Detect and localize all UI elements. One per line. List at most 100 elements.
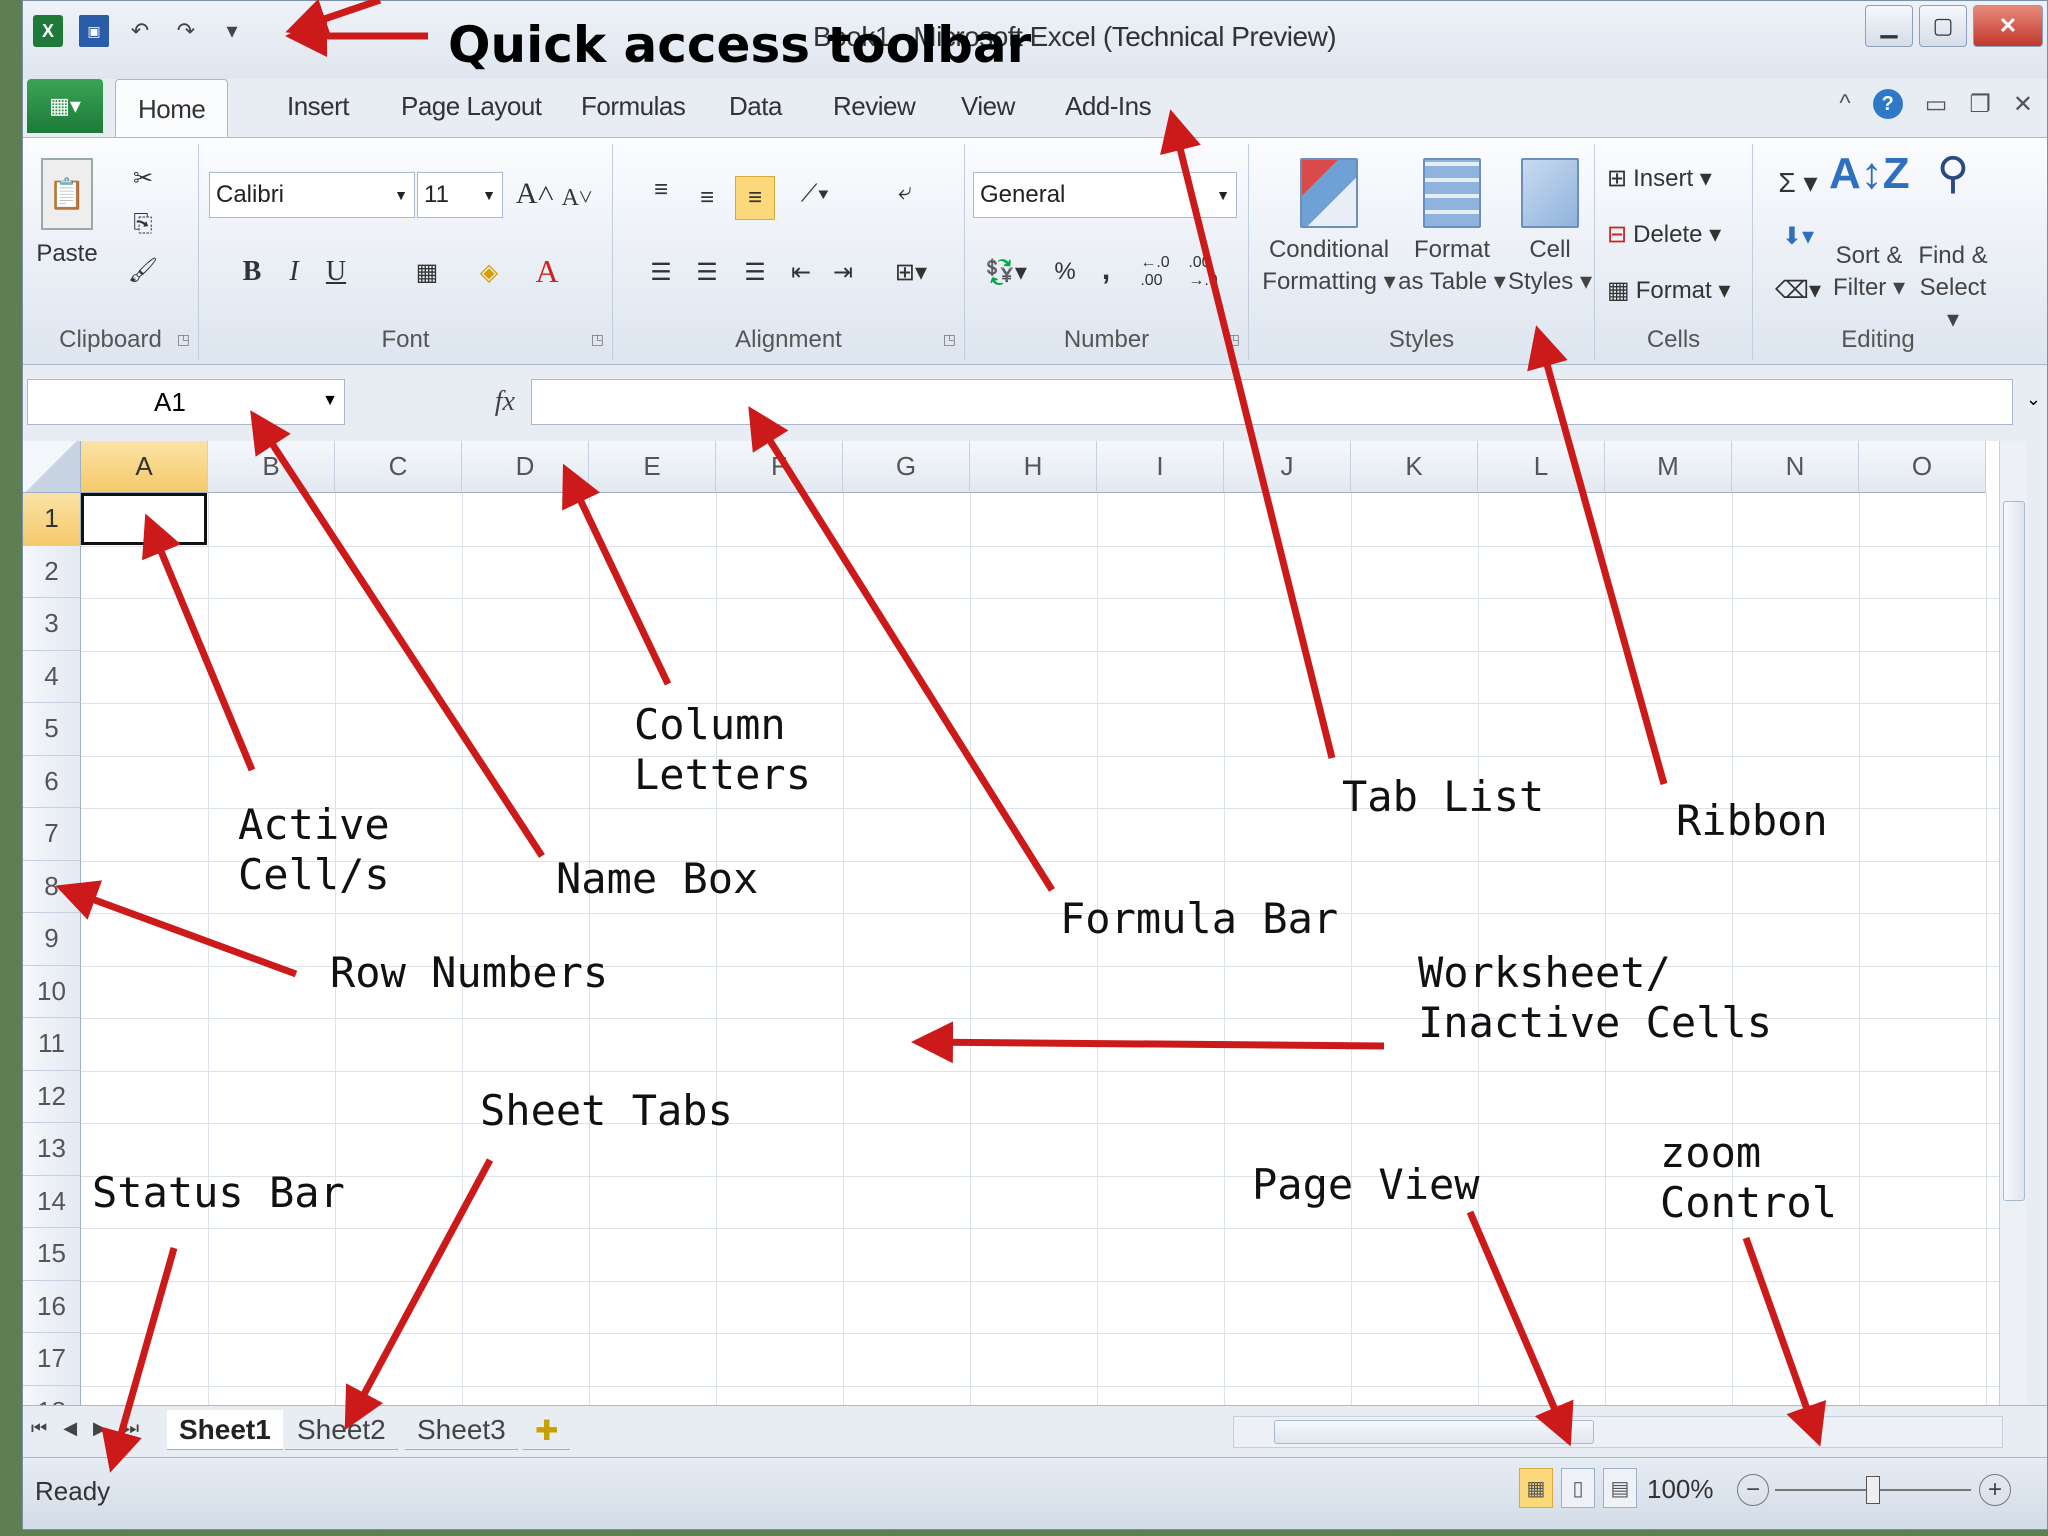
wrap-text-icon[interactable]: ⤶ bbox=[885, 172, 925, 212]
currency-icon[interactable]: 💱▾ bbox=[979, 250, 1033, 294]
sheet-tab-2[interactable]: Sheet2 bbox=[285, 1410, 398, 1450]
column-header-m[interactable]: M bbox=[1605, 441, 1732, 493]
italic-button[interactable]: I bbox=[279, 252, 309, 292]
row-header-8[interactable]: 8 bbox=[23, 860, 81, 913]
row-header-14[interactable]: 14 bbox=[23, 1175, 81, 1228]
row-header-10[interactable]: 10 bbox=[23, 965, 81, 1018]
normal-view-icon[interactable]: ▦ bbox=[1519, 1468, 1553, 1508]
last-sheet-icon[interactable]: ⏭ bbox=[123, 1418, 139, 1439]
prev-sheet-icon[interactable]: ◀ bbox=[63, 1418, 77, 1439]
find-select-button[interactable]: ⚲ Find & Select ▾ bbox=[1911, 152, 1995, 336]
font-size-select[interactable]: 11 ▼ bbox=[417, 172, 503, 218]
insert-function-button[interactable]: fx bbox=[349, 379, 529, 425]
vertical-scroll-thumb[interactable] bbox=[2003, 501, 2025, 1201]
alignment-launcher-icon[interactable]: ◳ bbox=[943, 331, 956, 348]
column-header-b[interactable]: B bbox=[208, 441, 335, 493]
tab-formulas[interactable]: Formulas bbox=[581, 91, 686, 122]
format-as-table-button[interactable]: Format as Table ▾ bbox=[1397, 158, 1507, 298]
row-header-17[interactable]: 17 bbox=[23, 1333, 81, 1386]
row-header-16[interactable]: 16 bbox=[23, 1280, 81, 1333]
zoom-slider-knob[interactable] bbox=[1866, 1476, 1880, 1504]
decrease-decimal-icon[interactable]: .00 →.0 bbox=[1181, 250, 1225, 294]
delete-cells-button[interactable]: ⊟ Delete ▾ bbox=[1607, 214, 1721, 254]
expand-formula-bar-icon[interactable]: ⌄ bbox=[2026, 389, 2041, 410]
fill-icon[interactable]: ⬇▾ bbox=[1771, 216, 1825, 256]
percent-button[interactable]: % bbox=[1047, 250, 1083, 294]
first-sheet-icon[interactable]: ⏮ bbox=[31, 1418, 47, 1439]
column-header-j[interactable]: J bbox=[1224, 441, 1351, 493]
column-header-a[interactable]: A bbox=[81, 441, 208, 493]
row-header-4[interactable]: 4 bbox=[23, 650, 81, 703]
workbook-minimize-icon[interactable]: ▭ bbox=[1925, 90, 1948, 119]
align-bottom-icon[interactable]: ≡ bbox=[735, 176, 775, 220]
format-cells-button[interactable]: ▦ Format ▾ bbox=[1607, 270, 1730, 310]
paste-icon[interactable]: 📋 bbox=[41, 158, 93, 230]
page-layout-view-icon[interactable]: ▯ bbox=[1561, 1468, 1595, 1508]
workbook-close-icon[interactable]: ✕ bbox=[2013, 90, 2033, 119]
column-header-d[interactable]: D bbox=[462, 441, 589, 493]
align-left-icon[interactable]: ☰ bbox=[641, 252, 681, 292]
number-format-select[interactable]: General ▼ bbox=[973, 172, 1237, 218]
insert-sheet-icon[interactable]: ✚ bbox=[523, 1410, 571, 1450]
increase-indent-icon[interactable]: ⇥ bbox=[823, 252, 863, 292]
row-header-7[interactable]: 7 bbox=[23, 808, 81, 861]
column-header-h[interactable]: H bbox=[970, 441, 1097, 493]
close-button[interactable]: ✕ bbox=[1973, 5, 2043, 47]
sort-filter-button[interactable]: A↕Z Sort & Filter ▾ bbox=[1829, 152, 1910, 304]
clipboard-launcher-icon[interactable]: ◳ bbox=[177, 331, 190, 348]
align-right-icon[interactable]: ☰ bbox=[735, 252, 775, 292]
row-header-5[interactable]: 5 bbox=[23, 703, 81, 756]
format-painter-icon[interactable]: 🖌 bbox=[123, 252, 163, 288]
collapse-ribbon-icon[interactable]: ^ bbox=[1839, 90, 1850, 118]
column-header-f[interactable]: F bbox=[716, 441, 843, 493]
page-break-view-icon[interactable]: ▤ bbox=[1603, 1468, 1637, 1508]
row-header-11[interactable]: 11 bbox=[23, 1018, 81, 1071]
tab-review[interactable]: Review bbox=[833, 91, 916, 122]
bold-button[interactable]: B bbox=[237, 252, 267, 292]
conditional-formatting-button[interactable]: Conditional Formatting ▾ bbox=[1259, 158, 1399, 298]
tab-add-ins[interactable]: Add-Ins bbox=[1065, 91, 1152, 122]
zoom-out-icon[interactable]: − bbox=[1737, 1474, 1769, 1506]
row-header-9[interactable]: 9 bbox=[23, 913, 81, 966]
autosum-button[interactable]: Σ ▾ bbox=[1771, 162, 1825, 202]
grow-font-icon[interactable]: A˄ bbox=[516, 174, 555, 214]
borders-icon[interactable]: ▦ bbox=[405, 252, 449, 292]
chevron-down-icon[interactable]: ▼ bbox=[322, 392, 338, 410]
paste-button[interactable]: Paste bbox=[27, 240, 107, 268]
customize-qat-icon[interactable]: ▾ bbox=[217, 15, 247, 47]
align-middle-icon[interactable]: ≡ bbox=[687, 178, 727, 218]
zoom-level[interactable]: 100% bbox=[1647, 1474, 1714, 1505]
file-tab[interactable]: ▦▾ bbox=[27, 79, 103, 133]
column-header-i[interactable]: I bbox=[1097, 441, 1224, 493]
comma-button[interactable]: , bbox=[1091, 248, 1121, 292]
tab-page-layout[interactable]: Page Layout bbox=[401, 91, 542, 122]
merge-center-icon[interactable]: ⊞▾ bbox=[885, 252, 937, 292]
row-header-1[interactable]: 1 bbox=[23, 493, 81, 546]
zoom-in-icon[interactable]: + bbox=[1979, 1474, 2011, 1506]
formula-input[interactable] bbox=[531, 379, 2013, 425]
fill-color-icon[interactable]: ◈ bbox=[467, 252, 511, 292]
horizontal-scrollbar[interactable] bbox=[1233, 1416, 2003, 1448]
name-box[interactable]: A1 ▼ bbox=[27, 379, 345, 425]
tab-insert[interactable]: Insert bbox=[287, 91, 350, 122]
column-header-c[interactable]: C bbox=[335, 441, 462, 493]
horizontal-scroll-thumb[interactable] bbox=[1274, 1420, 1594, 1444]
font-color-icon[interactable]: A bbox=[525, 248, 569, 294]
tab-view[interactable]: View bbox=[961, 91, 1015, 122]
increase-decimal-icon[interactable]: ←.0.00 bbox=[1133, 250, 1177, 294]
shrink-font-icon[interactable]: A˅ bbox=[559, 178, 595, 218]
excel-logo-icon[interactable]: X bbox=[33, 15, 63, 47]
column-header-l[interactable]: L bbox=[1478, 441, 1605, 493]
copy-icon[interactable]: ⎘ bbox=[123, 206, 163, 242]
save-icon[interactable]: ▣ bbox=[79, 15, 109, 47]
row-header-15[interactable]: 15 bbox=[23, 1228, 81, 1281]
cell-styles-button[interactable]: Cell Styles ▾ bbox=[1505, 158, 1595, 298]
column-header-k[interactable]: K bbox=[1351, 441, 1478, 493]
sheet-tab-1[interactable]: Sheet1 bbox=[167, 1410, 283, 1450]
row-header-12[interactable]: 12 bbox=[23, 1070, 81, 1123]
tab-home[interactable]: Home bbox=[115, 79, 229, 139]
clear-icon[interactable]: ⌫▾ bbox=[1771, 270, 1825, 310]
align-top-icon[interactable]: ≡ bbox=[641, 170, 681, 210]
redo-icon[interactable]: ↷ bbox=[171, 15, 201, 47]
row-header-2[interactable]: 2 bbox=[23, 545, 81, 598]
